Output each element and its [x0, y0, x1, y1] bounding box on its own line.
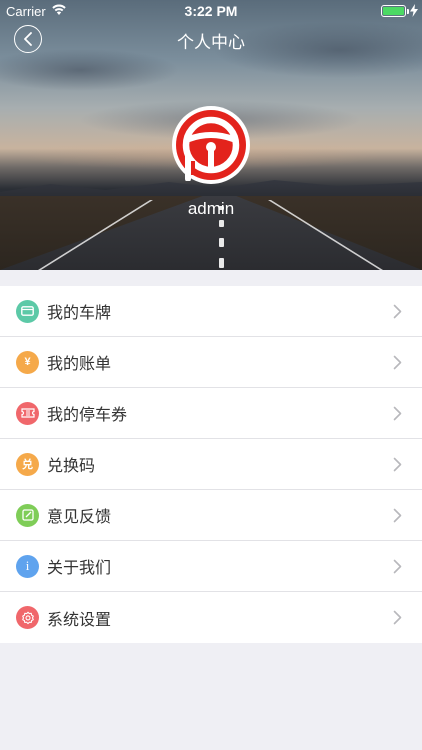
menu-item-label: 关于我们: [47, 558, 112, 577]
chevron-right-icon: [393, 508, 402, 523]
edit-icon: [16, 503, 39, 527]
username: admin: [187, 199, 235, 218]
yen-glyph: ¥: [24, 356, 31, 368]
avatar[interactable]: [172, 106, 250, 184]
menu-item-license-plate[interactable]: 我的车牌: [0, 286, 422, 337]
yen-icon: ¥: [16, 350, 39, 374]
charging-icon: [410, 4, 418, 17]
chevron-right-icon: [393, 559, 402, 574]
menu-item-label: 系统设置: [47, 609, 112, 629]
menu-item-label: 我的停车券: [47, 405, 128, 424]
road-dash: [219, 258, 224, 268]
menu-item-label: 我的账单: [47, 354, 112, 373]
chevron-right-icon: [393, 406, 402, 421]
menu-item-bills[interactable]: ¥ 我的账单: [0, 337, 422, 388]
page-title: 个人中心: [177, 33, 245, 52]
menu-item-feedback[interactable]: 意见反馈: [0, 490, 422, 541]
battery-icon: [381, 5, 406, 17]
menu-item-settings[interactable]: 系统设置: [0, 592, 422, 643]
ticket-icon: [16, 401, 39, 425]
chevron-right-icon: [393, 304, 402, 319]
status-bar: Carrier 3:22 PM: [0, 0, 422, 22]
info-glyph: i: [25, 558, 30, 573]
profile-header: Carrier 3:22 PM 个人中心 admin: [0, 0, 422, 270]
road-dash: [219, 238, 224, 247]
chevron-right-icon: [393, 610, 402, 625]
menu-item-label: 意见反馈: [47, 507, 112, 526]
menu-list: 我的车牌 ¥ 我的账单 我的停车券 兑 兑换码 意见反馈 i 关于我们 系统设置: [0, 286, 422, 643]
settings-icon: [16, 606, 39, 629]
road-dash: [219, 220, 224, 227]
redeem-icon: 兑: [16, 452, 39, 476]
menu-item-redeem-code[interactable]: 兑 兑换码: [0, 439, 422, 490]
info-icon: i: [16, 554, 39, 578]
license-plate-icon: [16, 299, 39, 323]
chevron-right-icon: [393, 355, 402, 370]
battery-tip: [407, 9, 409, 14]
clock: 3:22 PM: [184, 3, 238, 19]
menu-item-parking-coupons[interactable]: 我的停车券: [0, 388, 422, 439]
menu-item-label: 兑换码: [47, 456, 96, 475]
menu-item-label: 我的车牌: [47, 303, 112, 322]
menu-item-about-us[interactable]: i 关于我们: [0, 541, 422, 592]
redeem-glyph: 兑: [22, 459, 33, 471]
parking-logo-icon: [176, 110, 246, 181]
chevron-right-icon: [393, 457, 402, 472]
